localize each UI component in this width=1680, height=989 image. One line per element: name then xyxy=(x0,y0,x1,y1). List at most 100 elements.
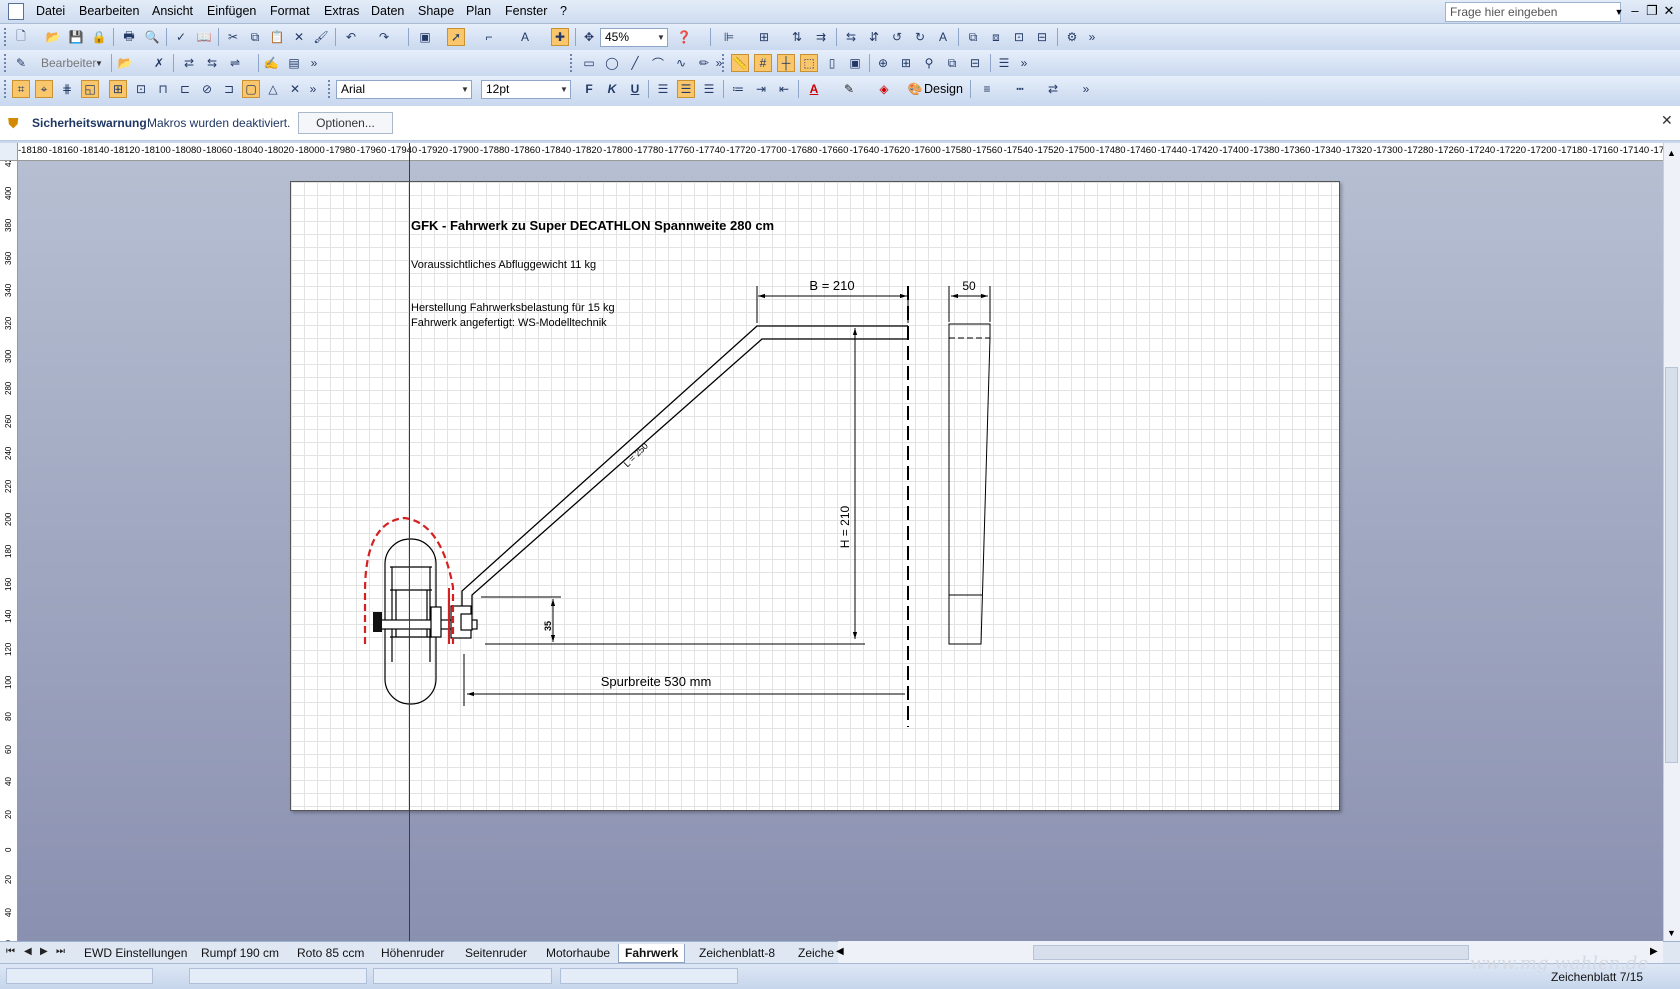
help-dropdown-icon[interactable]: ▼ xyxy=(1613,2,1625,22)
drawing-canvas[interactable]: GFK - Fahrwerk zu Super DECATHLON Spannw… xyxy=(18,161,1663,941)
shapes-icon[interactable]: ▣ xyxy=(416,28,434,46)
text-tool-icon[interactable]: A xyxy=(516,28,534,46)
snap-ruler-icon[interactable]: ⊞ xyxy=(109,80,127,98)
font-color-icon[interactable]: A xyxy=(805,80,823,98)
close-icon[interactable]: ✕ xyxy=(1661,112,1673,129)
zoom-select[interactable]: 45% ▼ xyxy=(600,28,668,47)
tab-hoehenruder[interactable]: Höhenruder xyxy=(381,944,444,963)
snap-handles-icon[interactable]: ⊓ xyxy=(154,80,172,98)
send-back-icon[interactable]: ⧈ xyxy=(987,28,1005,46)
fill-color-icon[interactable]: ◈ xyxy=(875,80,893,98)
spelling-icon[interactable]: ✓ xyxy=(172,28,190,46)
delete-markup-icon[interactable]: ✗ xyxy=(150,54,168,72)
toolbar-grip[interactable] xyxy=(722,54,725,72)
rotate-right-icon[interactable]: ↻ xyxy=(911,28,929,46)
delete-icon[interactable]: ✕ xyxy=(290,28,308,46)
toolbar-grip[interactable] xyxy=(4,28,7,46)
connector-tool-icon[interactable]: ⌐ xyxy=(480,28,498,46)
font-size-select[interactable]: 12pt ▼ xyxy=(481,80,571,99)
menu-extras[interactable]: Extras xyxy=(324,4,359,18)
ungroup-icon[interactable]: ⊟ xyxy=(1033,28,1051,46)
tab-roto[interactable]: Roto 85 ccm xyxy=(297,944,364,963)
reject-change-icon[interactable]: ⇆ xyxy=(203,54,221,72)
pan-zoom-icon[interactable]: ✥ xyxy=(580,28,598,46)
tab-fahrwerk[interactable]: Fahrwerk xyxy=(618,944,686,963)
flip-horizontal-icon[interactable]: ⇆ xyxy=(842,28,860,46)
bullets-icon[interactable]: ≔ xyxy=(729,80,747,98)
distribute-shapes-icon[interactable]: ⊞ xyxy=(755,28,773,46)
open-folder-icon[interactable]: 📂 xyxy=(44,28,62,46)
snap-alignment-box-icon[interactable]: ⊐ xyxy=(220,80,238,98)
options-button[interactable]: Optionen... xyxy=(298,112,393,134)
snap-triangle-icon[interactable]: △ xyxy=(264,80,282,98)
group-icon[interactable]: ⊡ xyxy=(1010,28,1028,46)
snap-glue-options-icon[interactable]: ⋕ xyxy=(58,80,76,98)
bearbeiter-select[interactable]: Bearbeiter ▼ xyxy=(36,54,106,73)
toolbar-grip[interactable] xyxy=(4,80,7,98)
line-ends-icon[interactable]: ⇄ xyxy=(1044,80,1062,98)
align-left-icon[interactable]: ☰ xyxy=(654,80,672,98)
flip-vertical-icon[interactable]: ⇵ xyxy=(865,28,883,46)
menu-daten[interactable]: Daten xyxy=(371,4,404,18)
toolbar-grip[interactable] xyxy=(570,54,573,72)
format-painter-icon[interactable]: 🖌 xyxy=(312,28,330,46)
rotate-text-icon[interactable]: A xyxy=(934,28,952,46)
design-icon[interactable]: 🎨 xyxy=(906,80,924,98)
page-break-icon[interactable]: ▯ xyxy=(823,54,841,72)
guides-icon[interactable]: ┼ xyxy=(777,54,795,72)
align-right-icon[interactable]: ☰ xyxy=(700,80,718,98)
drawing-explorer-icon[interactable]: ⧉ xyxy=(943,54,961,72)
connection-point-icon[interactable]: ✚ xyxy=(551,28,569,46)
scroll-left-icon[interactable]: ◀ xyxy=(836,946,844,957)
track-changes-icon[interactable]: ⇌ xyxy=(226,54,244,72)
line-weight-icon[interactable]: ≡ xyxy=(978,80,996,98)
toolbar-options-icon[interactable]: ⚙ xyxy=(1063,28,1081,46)
pan-window-icon[interactable]: ▣ xyxy=(846,54,864,72)
bring-front-icon[interactable]: ⧉ xyxy=(964,28,982,46)
vertical-ruler[interactable]: 4204003803603403203002802602402202001801… xyxy=(0,161,18,941)
help-search-input[interactable]: Frage hier eingeben xyxy=(1445,2,1621,22)
cut-icon[interactable]: ✂ xyxy=(224,28,242,46)
size-position-icon[interactable]: ⊟ xyxy=(966,54,984,72)
snap-intersection-icon[interactable]: ⊘ xyxy=(198,80,216,98)
permission-icon[interactable]: 🔒 xyxy=(90,28,108,46)
toolbar-more-icon[interactable]: » xyxy=(304,80,322,98)
paste-icon[interactable]: 📋 xyxy=(268,28,286,46)
help-icon[interactable]: ❓ xyxy=(675,28,693,46)
redo-icon[interactable]: ↷ xyxy=(375,28,393,46)
menu-ansicht[interactable]: Ansicht xyxy=(152,4,193,18)
toolbar-more-icon[interactable]: » xyxy=(710,54,728,72)
hyperlink-icon[interactable]: ⚲ xyxy=(920,54,938,72)
align-shapes-icon[interactable]: ⊫ xyxy=(720,28,738,46)
drawing-page[interactable]: GFK - Fahrwerk zu Super DECATHLON Spannw… xyxy=(290,181,1340,811)
menu-fenster[interactable]: Fenster xyxy=(505,4,547,18)
layers-icon[interactable]: ☰ xyxy=(995,54,1013,72)
snap-vertices-icon[interactable]: ⊏ xyxy=(176,80,194,98)
first-sheet-icon[interactable]: ⏮ xyxy=(6,946,15,957)
shape-data-icon[interactable]: ⊞ xyxy=(897,54,915,72)
arc-tool-icon[interactable]: ⌒ xyxy=(649,54,667,72)
glue-icon[interactable]: ⌖ xyxy=(35,80,53,98)
grid-icon[interactable]: # xyxy=(754,54,772,72)
snap-icon[interactable]: ⌗ xyxy=(12,80,30,98)
snap-to-grid-icon[interactable]: ◱ xyxy=(81,80,99,98)
snap-shape-geometry-icon[interactable]: ⊡ xyxy=(132,80,150,98)
close-icon[interactable]: ✕ xyxy=(1661,3,1677,19)
font-name-select[interactable]: Arial ▼ xyxy=(336,80,472,99)
toolbar-grip[interactable] xyxy=(328,80,331,98)
tab-zeiche[interactable]: Zeiche xyxy=(798,944,834,963)
markup-folder-icon[interactable]: 📂 xyxy=(116,54,134,72)
research-icon[interactable]: 📖 xyxy=(195,28,213,46)
tab-zeichenblatt-8[interactable]: Zeichenblatt-8 xyxy=(699,944,775,963)
increase-indent-icon[interactable]: ⇥ xyxy=(752,80,770,98)
freeform-tool-icon[interactable]: ∿ xyxy=(672,54,690,72)
layout-icon[interactable]: ⇅ xyxy=(788,28,806,46)
underline-button[interactable]: U xyxy=(626,80,644,98)
pointer-tool-icon[interactable]: ➚ xyxy=(447,28,465,46)
horizontal-scroll-thumb[interactable] xyxy=(1033,945,1469,960)
decrease-indent-icon[interactable]: ⇤ xyxy=(775,80,793,98)
copy-icon[interactable]: ⧉ xyxy=(246,28,264,46)
restore-icon[interactable]: ❐ xyxy=(1644,3,1660,19)
next-sheet-icon[interactable]: ▶ xyxy=(40,946,48,957)
design-label[interactable]: Design xyxy=(924,82,963,96)
